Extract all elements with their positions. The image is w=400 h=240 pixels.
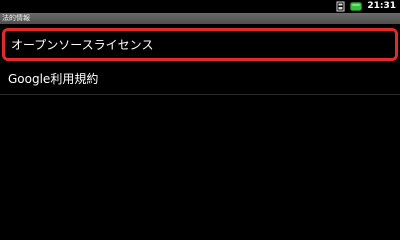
list-divider <box>0 94 400 95</box>
screen: 21:31 法的情報 オープンソースライセンス Google利用規約 <box>0 0 400 240</box>
settings-list: オープンソースライセンス Google利用規約 <box>0 24 400 95</box>
status-bar: 21:31 <box>0 0 400 13</box>
battery-icon <box>350 1 363 12</box>
page-title: 法的情報 <box>2 14 30 22</box>
signal-icon <box>336 1 345 12</box>
list-item-google-terms[interactable]: Google利用規約 <box>0 64 400 94</box>
list-item-label: オープンソースライセンス <box>11 37 154 52</box>
status-bar-clock: 21:31 <box>367 1 396 11</box>
list-item-open-source-licenses[interactable]: オープンソースライセンス <box>2 28 398 61</box>
title-bar: 法的情報 <box>0 13 400 24</box>
list-item-label: Google利用規約 <box>8 72 99 86</box>
